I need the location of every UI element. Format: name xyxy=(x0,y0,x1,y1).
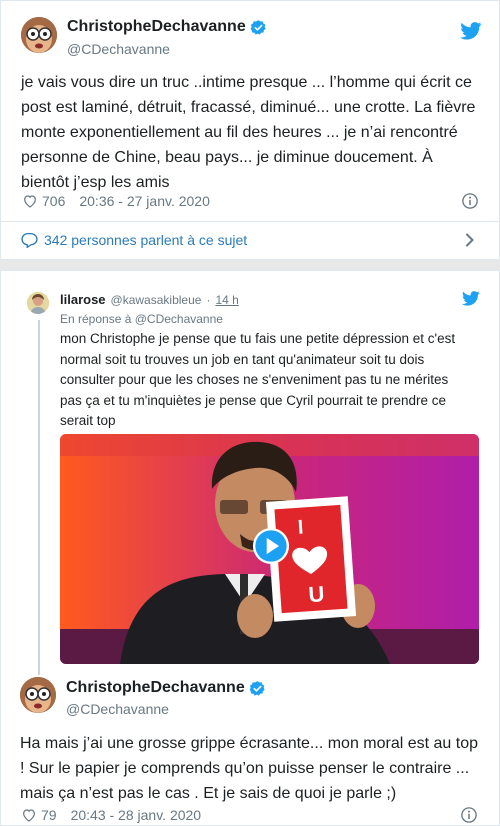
twitter-bird-icon[interactable] xyxy=(460,22,482,40)
tweet-meta: 79 20:43 - 28 janv. 2020 xyxy=(21,807,201,823)
verified-badge-icon xyxy=(249,680,265,696)
reply-display-name[interactable]: lilarose xyxy=(60,292,106,307)
avatar-image xyxy=(21,17,57,53)
avatar[interactable] xyxy=(21,17,57,53)
tweet-text-line: bientôt j’esp les amis xyxy=(21,174,170,191)
reply-time[interactable]: 14 h xyxy=(215,293,238,307)
tweet-text-line: monte exponentiellement au fil des heure… xyxy=(21,124,458,141)
heart-icon[interactable] xyxy=(21,807,37,823)
tweet-text-line: mais ça n’est pas le cas . Et je sais de… xyxy=(20,785,397,802)
play-icon[interactable] xyxy=(252,527,290,565)
handle[interactable]: @CDechavanne xyxy=(67,41,170,57)
info-icon[interactable] xyxy=(461,192,479,210)
tweet-text: je vais vous dire un truc ..intime presq… xyxy=(21,70,491,195)
tweet-text: Ha mais j’ai une grosse grippe écrasante… xyxy=(20,731,490,806)
sign-letter-u: U xyxy=(308,581,326,607)
comment-icon xyxy=(21,232,38,248)
conversation-label[interactable]: 342 personnes parlent à ce sujet xyxy=(44,232,247,248)
tweet-text-line: post est laminé, détruit, fracassé, dimi… xyxy=(21,99,476,116)
reply-text-line: serait top xyxy=(60,413,116,428)
reply-author-row: lilarose @kawasakibleue · 14 h xyxy=(60,292,239,307)
like-count: 79 xyxy=(41,807,57,823)
avatar[interactable] xyxy=(20,677,56,713)
tweet-card-1: ChristopheDechavanne @CDechavanne je vai… xyxy=(0,0,500,260)
tweet-meta: 706 20:36 - 27 janv. 2020 xyxy=(22,193,210,209)
display-name[interactable]: ChristopheDechavanne xyxy=(66,679,245,697)
reply-avatar-image xyxy=(27,292,49,314)
conversation-link[interactable]: 342 personnes parlent à ce sujet xyxy=(21,232,247,248)
timestamp[interactable]: 20:36 - 27 janv. 2020 xyxy=(79,193,210,209)
tweet-text-line: Ha mais j’ai une grosse grippe écrasante… xyxy=(20,735,479,752)
tweet-text-line: je vais vous dire un truc ..intime presq… xyxy=(21,74,472,91)
info-icon[interactable] xyxy=(460,806,478,824)
like-count: 706 xyxy=(42,193,66,209)
display-name[interactable]: ChristopheDechavanne xyxy=(67,18,246,36)
twitter-bird-icon[interactable] xyxy=(462,291,480,306)
thread-connector-line xyxy=(38,320,40,675)
verified-badge-icon xyxy=(250,19,266,35)
reply-text-line: pas ça et tu m'inquiètes je pense que Cy… xyxy=(60,392,447,408)
reply-handle[interactable]: @kawasakibleue xyxy=(111,293,202,307)
avatar-image xyxy=(20,677,56,713)
heart-icon[interactable] xyxy=(22,193,38,209)
reply-text-line: mon Christophe je pense que tu fais une … xyxy=(60,331,456,346)
separator-dot: · xyxy=(206,293,211,307)
author-name-row[interactable]: ChristopheDechavanne xyxy=(67,18,267,36)
reply-avatar[interactable] xyxy=(27,292,49,314)
author-name-row[interactable]: ChristopheDechavanne xyxy=(66,679,266,697)
handle[interactable]: @CDechavanne xyxy=(66,701,169,717)
reply-text-line: consulter pour que les choses ne s'enven… xyxy=(60,372,449,387)
tweet-text-line: ! Sur le papier je comprends qu’on puiss… xyxy=(20,760,470,777)
divider xyxy=(1,221,499,222)
timestamp[interactable]: 20:43 - 28 janv. 2020 xyxy=(71,807,202,823)
chevron-right-icon[interactable] xyxy=(463,233,477,247)
tweet-text-line: personne de Chine, beau pays... je dimin… xyxy=(21,149,433,166)
reply-text-line: normal soit tu trouves un job en tant qu… xyxy=(60,351,425,367)
reply-text: mon Christophe je pense que tu fais une … xyxy=(60,329,485,432)
in-reply-to[interactable]: En réponse à @CDechavanne xyxy=(60,312,223,326)
